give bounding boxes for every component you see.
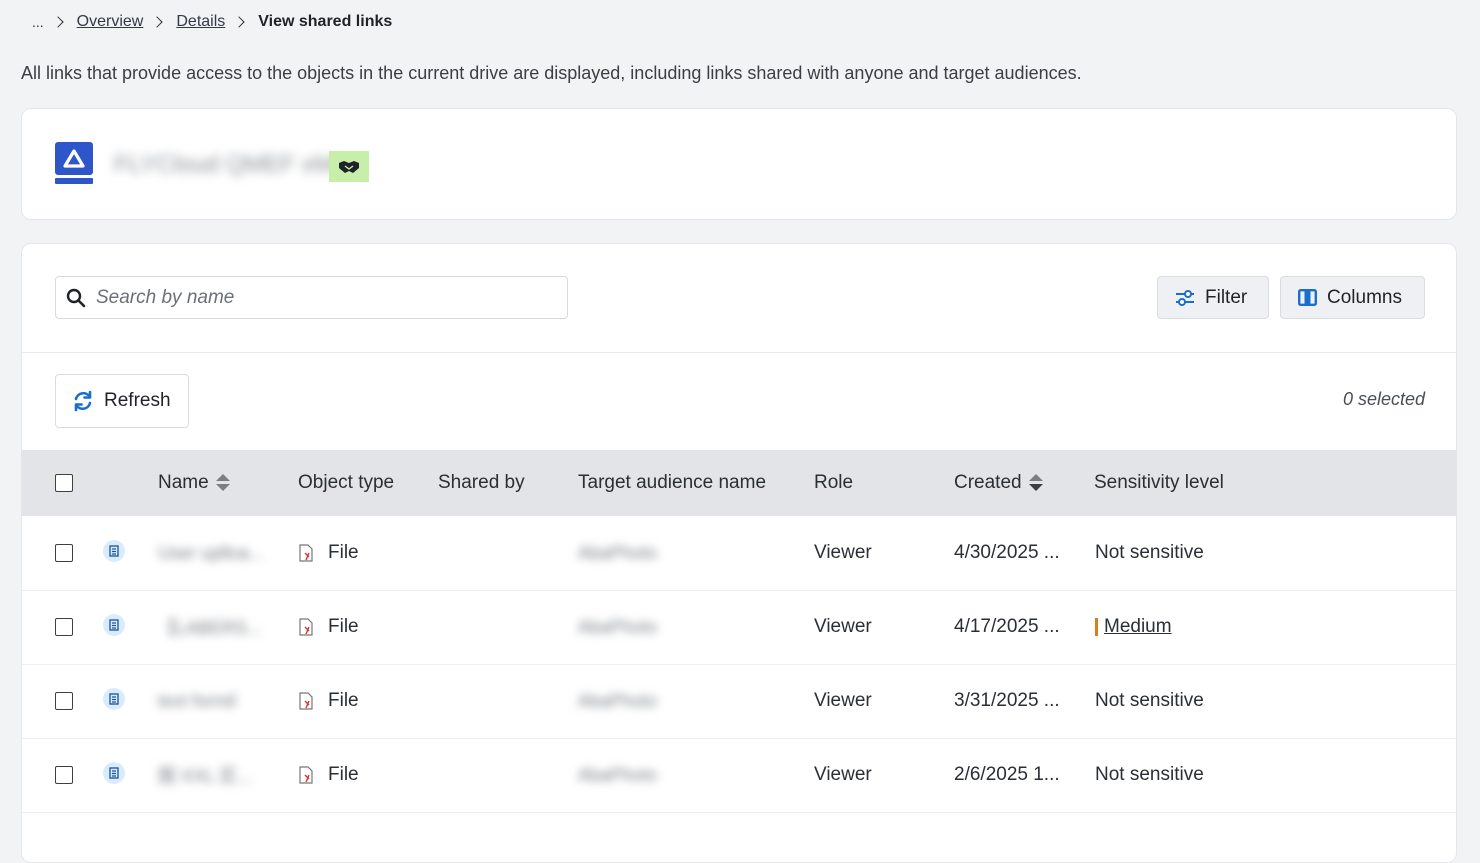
row-target-audience: AbaPhoto	[578, 542, 658, 563]
row-role: Viewer	[814, 690, 872, 711]
refresh-icon	[74, 390, 92, 412]
row-name[interactable]: 【LABERS...	[158, 590, 262, 664]
column-header-name[interactable]: Name	[158, 450, 231, 516]
filter-button[interactable]: Filter	[1157, 276, 1269, 319]
breadcrumb: ... Overview Details View shared links	[32, 10, 392, 34]
file-link-icon	[103, 540, 125, 562]
breadcrumb-ellipsis[interactable]: ...	[32, 14, 44, 30]
row-object-type-label: File	[328, 616, 359, 637]
row-target-audience: AbaPhoto	[578, 764, 658, 785]
file-icon	[299, 692, 313, 710]
row-checkbox[interactable]	[55, 692, 73, 710]
toolbar-divider	[22, 352, 1456, 353]
file-link-icon	[103, 688, 125, 710]
sensitivity-medium-flag	[1095, 618, 1098, 636]
row-object-type-label: File	[328, 764, 359, 785]
file-icon	[299, 618, 313, 636]
row-sensitivity: Medium	[1095, 590, 1172, 664]
drive-name: FLYCloud QMEF xMen	[114, 151, 361, 178]
search-box	[55, 276, 568, 319]
row-sensitivity: Not sensitive	[1095, 690, 1204, 711]
search-input[interactable]	[96, 277, 556, 318]
sort-icon[interactable]	[1028, 473, 1044, 493]
refresh-button[interactable]: Refresh	[55, 374, 189, 428]
columns-label: Columns	[1327, 286, 1402, 308]
row-object-type: File	[298, 590, 359, 664]
drive-card: FLYCloud QMEF xMen	[21, 108, 1457, 220]
row-checkbox[interactable]	[55, 766, 73, 784]
file-link-icon	[103, 762, 125, 784]
columns-button[interactable]: Columns	[1280, 276, 1425, 319]
row-name[interactable]: text formil	[158, 664, 236, 738]
row-role: Viewer	[814, 542, 872, 563]
file-icon	[299, 544, 313, 562]
table-row[interactable]: User uplloa... File AbaPhoto Viewer 4/30…	[22, 516, 1456, 591]
row-object-type: File	[298, 664, 359, 738]
table-row[interactable]: 图 XXL 区... File AbaPhoto Viewer 2/6/2025…	[22, 738, 1456, 813]
row-created: 4/30/2025 ...	[954, 542, 1060, 563]
row-created: 4/17/2025 ...	[954, 616, 1060, 637]
filter-icon	[1176, 289, 1194, 306]
shared-links-panel: Filter Columns Refresh 0 selected Name O…	[21, 243, 1457, 863]
row-name[interactable]: 图 XXL 区...	[158, 738, 252, 812]
chevron-right-icon	[233, 16, 245, 28]
row-sensitivity: Not sensitive	[1095, 542, 1204, 563]
sensitivity-medium-link[interactable]: Medium	[1104, 616, 1172, 638]
row-name[interactable]: User uplloa...	[158, 516, 264, 590]
table-header: Name Object type Shared by Target audien…	[22, 450, 1456, 516]
page-description: All links that provide access to the obj…	[21, 63, 1082, 83]
table-row[interactable]: text formil File AbaPhoto Viewer 3/31/20…	[22, 664, 1456, 739]
search-icon	[66, 288, 86, 308]
row-target-audience: AbaPhoto	[578, 616, 658, 637]
row-object-type: File	[298, 516, 359, 590]
sort-icon[interactable]	[215, 473, 231, 493]
file-icon	[299, 766, 313, 784]
file-link-icon	[103, 614, 125, 636]
column-header-target-audience: Target audience name	[578, 472, 767, 493]
row-created: 3/31/2025 ...	[954, 690, 1060, 711]
column-header-created[interactable]: Created	[954, 450, 1044, 516]
row-object-type-label: File	[328, 690, 359, 711]
column-header-object-type: Object type	[298, 472, 395, 493]
google-drive-icon	[55, 142, 93, 184]
row-role: Viewer	[814, 764, 872, 785]
chevron-right-icon	[151, 16, 164, 28]
column-header-created-label: Created	[954, 472, 1022, 493]
filter-label: Filter	[1205, 286, 1248, 308]
handshake-icon	[339, 160, 359, 173]
row-sensitivity: Not sensitive	[1095, 764, 1204, 785]
column-header-role: Role	[814, 472, 854, 493]
chevron-right-icon	[52, 16, 64, 28]
selected-count: 0 selected	[1342, 389, 1425, 409]
select-all-checkbox[interactable]	[55, 474, 73, 492]
column-header-shared-by: Shared by	[438, 472, 525, 493]
breadcrumb-overview-link[interactable]: Overview	[77, 13, 144, 31]
table-row[interactable]: 【LABERS... File AbaPhoto Viewer 4/17/202…	[22, 590, 1456, 665]
breadcrumb-current: View shared links	[258, 13, 393, 30]
breadcrumb-details-link[interactable]: Details	[176, 13, 225, 31]
columns-icon	[1298, 289, 1317, 306]
column-header-name-label: Name	[158, 472, 209, 493]
column-header-sensitivity: Sensitivity level	[1094, 472, 1224, 493]
row-object-type-label: File	[328, 542, 359, 563]
row-created: 2/6/2025 1...	[954, 764, 1060, 785]
row-object-type: File	[298, 738, 359, 812]
shared-drive-badge	[329, 151, 369, 182]
row-target-audience: AbaPhoto	[578, 690, 658, 711]
row-checkbox[interactable]	[55, 544, 73, 562]
refresh-label: Refresh	[104, 390, 171, 411]
row-checkbox[interactable]	[55, 618, 73, 636]
row-role: Viewer	[814, 616, 872, 637]
